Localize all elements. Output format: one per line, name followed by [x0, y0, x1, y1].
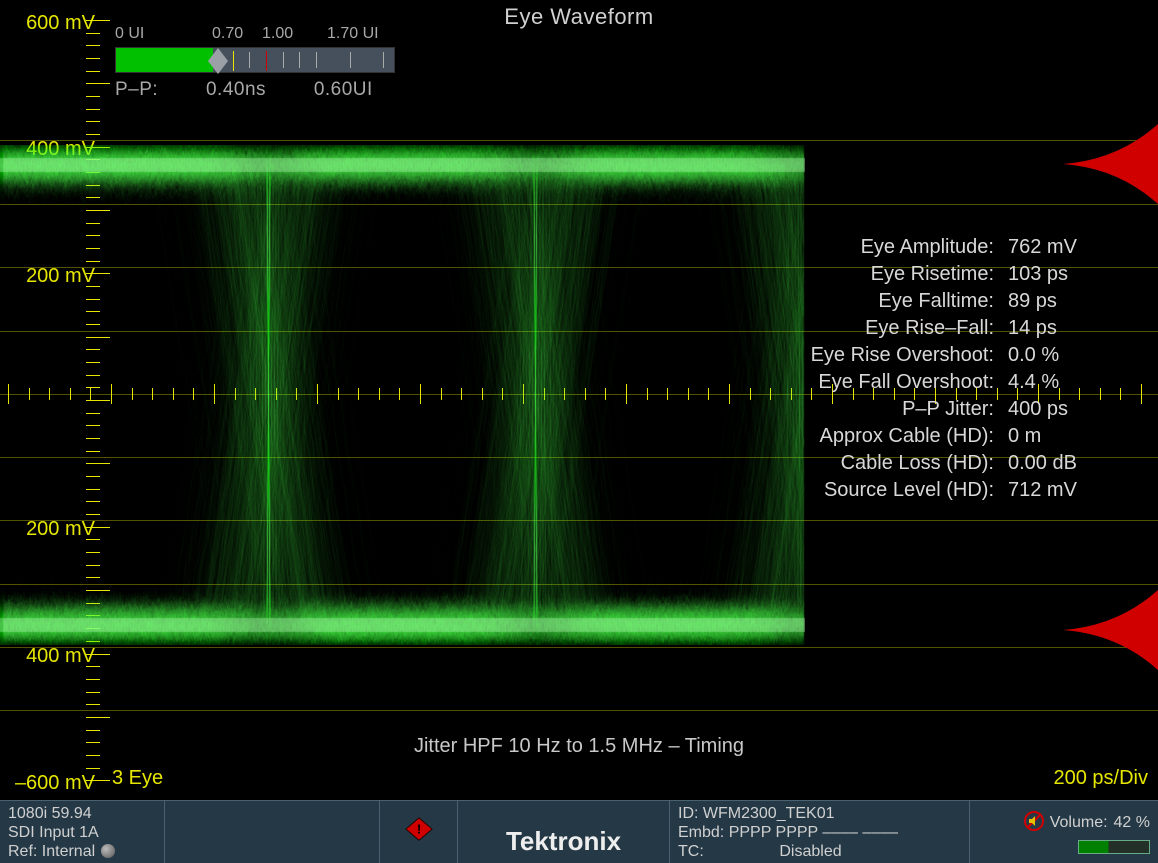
- status-bar: 1080i 59.94 SDI Input 1A Ref: Internal !…: [0, 800, 1158, 863]
- status-volume-cell: Volume: 42 %: [970, 801, 1158, 863]
- measurement-value: 103 ps: [1008, 263, 1098, 290]
- waveform-display: Eye Waveform 0 UI 0.70 1.00 1.70 UI P–P:…: [0, 0, 1158, 800]
- measurement-value: 4.4 %: [1008, 371, 1098, 398]
- jitter-pp-label: P–P:: [115, 79, 158, 101]
- y-axis-label: 600 mV: [0, 12, 95, 35]
- measurement-label: Source Level (HD):: [824, 479, 1008, 506]
- measurements-panel: Eye Amplitude:762 mVEye Risetime:103 psE…: [811, 236, 1098, 506]
- jitter-tick: [316, 52, 317, 68]
- y-axis-label: –600 mV: [0, 772, 95, 795]
- measurement-value: 89 ps: [1008, 290, 1098, 317]
- status-format-cell: 1080i 59.94 SDI Input 1A Ref: Internal: [0, 801, 165, 863]
- filter-label: Jitter HPF 10 Hz to 1.5 MHz – Timing: [0, 735, 1158, 758]
- timebase-label: 200 ps/Div: [1054, 767, 1149, 790]
- histogram-top-icon: [1063, 124, 1158, 204]
- jitter-meter-scale: 0 UI 0.70 1.00 1.70 UI: [115, 25, 435, 43]
- jitter-meter-bar: [115, 47, 395, 73]
- measurement-label: Eye Amplitude:: [861, 236, 1008, 263]
- measurement-row: Eye Falltime:89 ps: [811, 290, 1098, 317]
- measurement-row: Eye Risetime:103 ps: [811, 263, 1098, 290]
- status-tc-label: TC:: [678, 843, 704, 860]
- status-input: SDI Input 1A: [8, 823, 156, 842]
- mode-label: 3 Eye: [112, 767, 163, 790]
- measurement-label: Eye Fall Overshoot:: [818, 371, 1008, 398]
- measurement-label: Cable Loss (HD):: [841, 452, 1008, 479]
- measurement-label: P–P Jitter:: [902, 398, 1008, 425]
- volume-bar[interactable]: [1078, 840, 1150, 854]
- status-brand-cell: Tektronix: [458, 801, 670, 863]
- jitter-tick: [299, 52, 300, 68]
- measurement-row: Eye Rise Overshoot:0.0 %: [811, 344, 1098, 371]
- measurement-value: 762 mV: [1008, 236, 1098, 263]
- measurement-label: Eye Risetime:: [871, 263, 1008, 290]
- status-tc-val: Disabled: [779, 843, 841, 860]
- measurement-row: Eye Rise–Fall:14 ps: [811, 317, 1098, 344]
- measurement-row: Approx Cable (HD):0 m: [811, 425, 1098, 452]
- jitter-meter: 0 UI 0.70 1.00 1.70 UI P–P: 0.40ns 0.60U…: [115, 25, 435, 101]
- status-ref: Ref: Internal: [8, 843, 95, 860]
- svg-text:!: !: [416, 821, 420, 836]
- jitter-pp-readout: P–P: 0.40ns 0.60UI: [115, 79, 435, 101]
- jitter-scale-hi: 1.70 UI: [327, 25, 379, 43]
- status-id: ID: WFM2300_TEK01: [678, 804, 961, 823]
- eye-pattern-trace: [0, 145, 805, 645]
- measurement-value: 400 ps: [1008, 398, 1098, 425]
- volume-value: 42 %: [1114, 814, 1150, 832]
- measurement-label: Approx Cable (HD):: [819, 425, 1008, 452]
- jitter-tick: [350, 52, 351, 68]
- jitter-tick: [266, 51, 267, 71]
- measurement-row: P–P Jitter:400 ps: [811, 398, 1098, 425]
- jitter-scale-m2: 1.00: [262, 25, 327, 43]
- status-warning-cell: !: [380, 801, 458, 863]
- measurement-label: Eye Rise Overshoot:: [811, 344, 1008, 371]
- status-format: 1080i 59.94: [8, 804, 156, 823]
- status-id-cell: ID: WFM2300_TEK01 Embd: PPPP PPPP –––– –…: [670, 801, 970, 863]
- jitter-scale-lo: 0 UI: [115, 25, 212, 43]
- status-embd: Embd: PPPP PPPP –––– ––––: [678, 823, 961, 842]
- measurement-value: 0.00 dB: [1008, 452, 1098, 479]
- volume-label: Volume:: [1050, 814, 1108, 832]
- warning-icon: !: [404, 816, 434, 849]
- y-axis-label: 400 mV: [0, 645, 95, 668]
- jitter-tick: [233, 51, 234, 71]
- histogram-bottom-icon: [1063, 590, 1158, 670]
- jitter-tick: [383, 52, 384, 68]
- measurement-label: Eye Rise–Fall:: [865, 317, 1008, 344]
- measurement-row: Cable Loss (HD):0.00 dB: [811, 452, 1098, 479]
- jitter-meter-pointer-icon: [208, 48, 228, 74]
- measurement-label: Eye Falltime:: [878, 290, 1008, 317]
- measurement-value: 14 ps: [1008, 317, 1098, 344]
- measurement-value: 0.0 %: [1008, 344, 1098, 371]
- measurement-row: Source Level (HD):712 mV: [811, 479, 1098, 506]
- status-cell-2: [165, 801, 380, 863]
- jitter-tick: [283, 52, 284, 68]
- speaker-mute-icon: [1024, 811, 1044, 836]
- jitter-pp-ns: 0.40ns: [206, 79, 266, 101]
- jitter-tick: [249, 52, 250, 68]
- jitter-pp-ui: 0.60UI: [314, 79, 373, 101]
- measurement-row: Eye Amplitude:762 mV: [811, 236, 1098, 263]
- jitter-meter-fill: [116, 48, 213, 72]
- measurement-value: 712 mV: [1008, 479, 1098, 506]
- measurement-row: Eye Fall Overshoot:4.4 %: [811, 371, 1098, 398]
- tektronix-logo: Tektronix: [506, 826, 621, 857]
- measurement-value: 0 m: [1008, 425, 1098, 452]
- jitter-scale-m1: 0.70: [212, 25, 262, 43]
- ref-led-icon: [101, 844, 115, 858]
